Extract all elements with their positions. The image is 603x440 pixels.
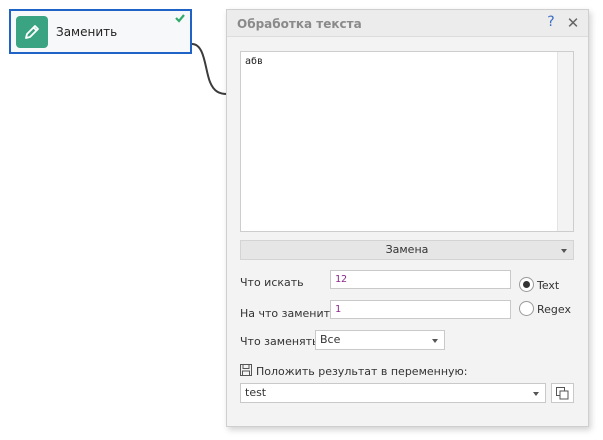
save-icon [240, 364, 252, 376]
replace-input[interactable]: 1 [330, 300, 511, 319]
close-icon[interactable]: ✕ [566, 15, 580, 31]
text-processing-dialog: Обработка текста ? ✕ абв Замена Что иска… [226, 9, 589, 427]
find-label: Что искать [240, 276, 304, 289]
what-replace-value: Все [320, 333, 341, 346]
text-area-scrollbar[interactable] [557, 52, 573, 231]
replace-label: На что заменить [240, 307, 337, 320]
pencil-icon [16, 16, 48, 48]
input-text-content: абв [245, 56, 264, 67]
dialog-header: Обработка текста ? ✕ [227, 10, 588, 37]
mode-select[interactable]: Замена [240, 240, 574, 260]
action-node[interactable]: Заменить [9, 9, 192, 54]
copy-icon [556, 386, 569, 399]
what-replace-label: Что заменять [240, 335, 319, 348]
dialog-title: Обработка текста [237, 17, 362, 31]
what-replace-select[interactable]: Все [315, 330, 445, 350]
radio-regex[interactable] [519, 301, 534, 316]
check-icon [175, 14, 185, 23]
radio-regex-label: Regex [537, 303, 571, 316]
radio-text[interactable] [519, 277, 534, 292]
input-text-area[interactable]: абв [240, 51, 574, 232]
help-icon[interactable]: ? [544, 14, 558, 32]
mode-select-value: Замена [385, 243, 429, 256]
chevron-down-icon [533, 392, 539, 396]
result-variable-select[interactable]: test [240, 383, 546, 403]
copy-variable-button[interactable] [551, 383, 574, 403]
find-input[interactable]: 12 [330, 270, 511, 289]
action-node-title: Заменить [56, 25, 118, 39]
result-variable-value: test [245, 386, 267, 399]
chevron-down-icon [561, 249, 567, 253]
chevron-down-icon [432, 339, 438, 343]
radio-text-label: Text [537, 279, 560, 292]
result-label: Положить результат в переменную: [256, 365, 468, 378]
